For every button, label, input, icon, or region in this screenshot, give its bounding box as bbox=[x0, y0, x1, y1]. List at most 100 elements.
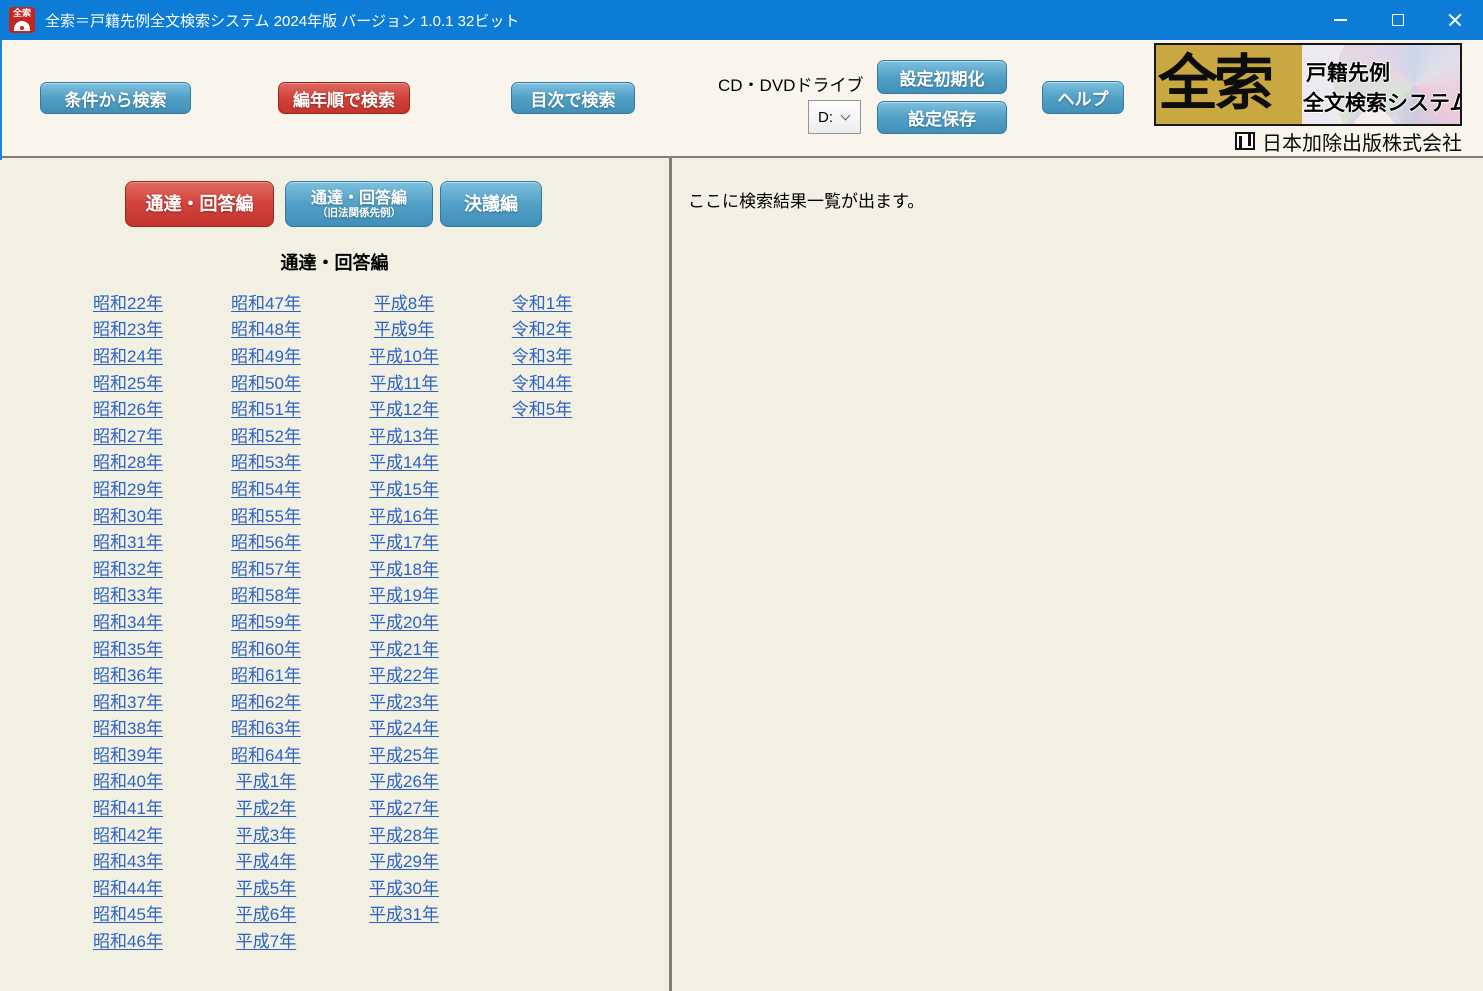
year-column-reiwa: 令和1年令和2年令和3年令和4年令和5年 bbox=[473, 288, 611, 953]
year-link[interactable]: 平成29年 bbox=[335, 846, 473, 873]
year-link[interactable]: 平成14年 bbox=[335, 448, 473, 475]
drive-select[interactable]: D: bbox=[808, 100, 861, 134]
app-icon: 全索 bbox=[9, 7, 35, 33]
year-link[interactable]: 昭和59年 bbox=[197, 607, 335, 634]
year-link[interactable]: 昭和42年 bbox=[59, 820, 197, 847]
year-link[interactable]: 平成24年 bbox=[335, 714, 473, 741]
year-link[interactable]: 平成10年 bbox=[335, 341, 473, 368]
settings-save-button[interactable]: 設定保存 bbox=[877, 101, 1007, 134]
year-link[interactable]: 平成18年 bbox=[335, 554, 473, 581]
year-link[interactable]: 昭和49年 bbox=[197, 341, 335, 368]
year-link[interactable]: 平成13年 bbox=[335, 421, 473, 448]
app-window: 全索 全索＝戸籍先例全文検索システム 2024年版 バージョン 1.0.1 32… bbox=[0, 0, 1483, 991]
year-link[interactable]: 平成2年 bbox=[197, 793, 335, 820]
settings-reset-button[interactable]: 設定初期化 bbox=[877, 60, 1007, 94]
search-chronological-button[interactable]: 編年順で検索 bbox=[278, 82, 410, 114]
year-link[interactable]: 平成20年 bbox=[335, 607, 473, 634]
year-link[interactable]: 昭和30年 bbox=[59, 501, 197, 528]
year-link[interactable]: 昭和31年 bbox=[59, 527, 197, 554]
year-link[interactable]: 平成22年 bbox=[335, 660, 473, 687]
year-link[interactable]: 昭和56年 bbox=[197, 527, 335, 554]
year-link[interactable]: 昭和33年 bbox=[59, 581, 197, 608]
year-link[interactable]: 昭和48年 bbox=[197, 315, 335, 342]
year-link[interactable]: 平成12年 bbox=[335, 394, 473, 421]
year-link[interactable]: 平成7年 bbox=[197, 926, 335, 953]
close-icon bbox=[1447, 12, 1463, 28]
year-link[interactable]: 昭和22年 bbox=[59, 288, 197, 315]
year-link[interactable]: 昭和39年 bbox=[59, 740, 197, 767]
year-link[interactable]: 昭和32年 bbox=[59, 554, 197, 581]
year-link[interactable]: 昭和35年 bbox=[59, 634, 197, 661]
year-link[interactable]: 昭和58年 bbox=[197, 581, 335, 608]
year-link[interactable]: 昭和63年 bbox=[197, 714, 335, 741]
year-link[interactable]: 昭和52年 bbox=[197, 421, 335, 448]
close-button[interactable] bbox=[1426, 0, 1483, 40]
year-link[interactable]: 平成25年 bbox=[335, 740, 473, 767]
year-link[interactable]: 昭和26年 bbox=[59, 394, 197, 421]
year-link[interactable]: 平成8年 bbox=[335, 288, 473, 315]
year-link[interactable]: 平成5年 bbox=[197, 873, 335, 900]
tab-ketsugi-label: 決議編 bbox=[464, 194, 518, 214]
year-link[interactable]: 昭和40年 bbox=[59, 767, 197, 794]
year-link[interactable]: 昭和51年 bbox=[197, 394, 335, 421]
year-link[interactable]: 昭和29年 bbox=[59, 474, 197, 501]
titlebar: 全索 全索＝戸籍先例全文検索システム 2024年版 バージョン 1.0.1 32… bbox=[0, 0, 1483, 40]
year-link[interactable]: 昭和38年 bbox=[59, 714, 197, 741]
year-link[interactable]: 平成4年 bbox=[197, 846, 335, 873]
year-link[interactable]: 令和5年 bbox=[473, 394, 611, 421]
year-link[interactable]: 昭和62年 bbox=[197, 687, 335, 714]
year-link[interactable]: 昭和50年 bbox=[197, 368, 335, 395]
year-link[interactable]: 平成26年 bbox=[335, 767, 473, 794]
year-link[interactable]: 令和1年 bbox=[473, 288, 611, 315]
year-link[interactable]: 昭和64年 bbox=[197, 740, 335, 767]
year-link[interactable]: 昭和36年 bbox=[59, 660, 197, 687]
year-link[interactable]: 平成21年 bbox=[335, 634, 473, 661]
year-link[interactable]: 昭和47年 bbox=[197, 288, 335, 315]
year-link[interactable]: 昭和34年 bbox=[59, 607, 197, 634]
search-by-toc-button[interactable]: 目次で検索 bbox=[511, 82, 635, 114]
year-link[interactable]: 昭和41年 bbox=[59, 793, 197, 820]
year-link[interactable]: 昭和43年 bbox=[59, 846, 197, 873]
year-link[interactable]: 昭和60年 bbox=[197, 634, 335, 661]
year-link[interactable]: 平成27年 bbox=[335, 793, 473, 820]
year-link[interactable]: 昭和23年 bbox=[59, 315, 197, 342]
year-link[interactable]: 平成3年 bbox=[197, 820, 335, 847]
year-link[interactable]: 平成1年 bbox=[197, 767, 335, 794]
maximize-button[interactable] bbox=[1369, 0, 1426, 40]
year-link[interactable]: 平成30年 bbox=[335, 873, 473, 900]
year-link[interactable]: 令和4年 bbox=[473, 368, 611, 395]
year-link[interactable]: 昭和57年 bbox=[197, 554, 335, 581]
minimize-button[interactable] bbox=[1312, 0, 1369, 40]
year-link[interactable]: 昭和44年 bbox=[59, 873, 197, 900]
year-link[interactable]: 昭和53年 bbox=[197, 448, 335, 475]
year-link[interactable]: 平成23年 bbox=[335, 687, 473, 714]
search-by-condition-button[interactable]: 条件から検索 bbox=[40, 82, 191, 114]
tab-tsutatsu-kaito[interactable]: 通達・回答編 bbox=[125, 181, 274, 227]
window-controls bbox=[1312, 0, 1483, 40]
year-link[interactable]: 平成15年 bbox=[335, 474, 473, 501]
year-link[interactable]: 昭和54年 bbox=[197, 474, 335, 501]
year-link[interactable]: 昭和27年 bbox=[59, 421, 197, 448]
year-link[interactable]: 昭和55年 bbox=[197, 501, 335, 528]
year-link[interactable]: 昭和37年 bbox=[59, 687, 197, 714]
year-link[interactable]: 平成19年 bbox=[335, 581, 473, 608]
year-link[interactable]: 令和2年 bbox=[473, 315, 611, 342]
year-link[interactable]: 平成31年 bbox=[335, 900, 473, 927]
year-link[interactable]: 平成28年 bbox=[335, 820, 473, 847]
tab-tsutatsu-kaito-old[interactable]: 通達・回答編 （旧法関係先例） bbox=[285, 181, 433, 227]
help-button[interactable]: ヘルプ bbox=[1042, 81, 1124, 114]
year-link[interactable]: 平成11年 bbox=[335, 368, 473, 395]
year-link[interactable]: 昭和61年 bbox=[197, 660, 335, 687]
year-link[interactable]: 昭和24年 bbox=[59, 341, 197, 368]
tab-ketsugi[interactable]: 決議編 bbox=[440, 181, 542, 227]
year-link[interactable]: 令和3年 bbox=[473, 341, 611, 368]
year-link[interactable]: 昭和45年 bbox=[59, 900, 197, 927]
year-link[interactable]: 平成9年 bbox=[335, 315, 473, 342]
year-link[interactable]: 昭和28年 bbox=[59, 448, 197, 475]
year-link[interactable]: 昭和25年 bbox=[59, 368, 197, 395]
year-link[interactable]: 平成16年 bbox=[335, 501, 473, 528]
results-panel: ここに検索結果一覧が出ます。 bbox=[672, 160, 1483, 991]
year-link[interactable]: 平成6年 bbox=[197, 900, 335, 927]
year-link[interactable]: 平成17年 bbox=[335, 527, 473, 554]
year-link[interactable]: 昭和46年 bbox=[59, 926, 197, 953]
